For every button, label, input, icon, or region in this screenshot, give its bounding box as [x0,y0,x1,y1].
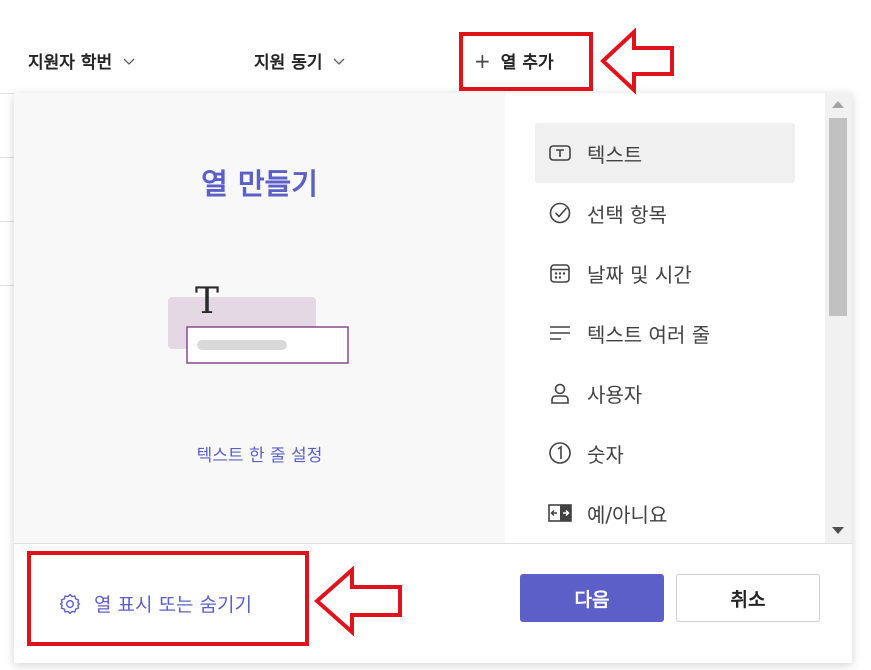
row-divider [0,221,14,222]
type-list-scrollbar[interactable] [825,93,852,543]
toggle-icon [548,504,572,522]
column-type-label: 숫자 [587,442,624,467]
column-type-label: 예/아니요 [587,502,668,527]
illustration-letter: T [195,281,219,322]
column-type-label: 사용자 [587,382,643,407]
cancel-button[interactable]: 취소 [676,574,820,622]
annotation-arrow-icon [314,566,402,636]
preview-description: 텍스트 한 줄 설정 [196,446,323,466]
row-divider [0,157,14,158]
annotation-box-add-column [459,32,593,91]
annotation-arrow-icon [600,28,674,94]
column-header-label: 지원 동기 [254,53,323,73]
column-type-label: 날짜 및 시간 [587,262,692,287]
preview-title: 열 만들기 [201,167,318,201]
chevron-down-icon [334,58,345,65]
number-circle-icon [549,442,571,464]
scroll-up-arrow-icon[interactable] [832,101,844,108]
column-preview-pane: 열 만들기 T 텍스트 한 줄 설정 [14,93,505,543]
column-type-label: 텍스트 [587,142,643,167]
row-divider [0,93,14,94]
column-header-motivation[interactable]: 지원 동기 [254,48,346,73]
column-header-label: 지원자 학번 [28,53,113,73]
scrollbar-thumb[interactable] [829,118,847,316]
column-type-yes-no[interactable]: 예/아니요 [535,483,795,543]
footer-divider [14,543,852,544]
check-circle-icon [549,202,571,224]
column-type-choice[interactable]: 선택 항목 [535,183,795,243]
column-type-label: 선택 항목 [587,202,667,227]
column-type-text[interactable]: 텍스트 [535,123,795,183]
multiline-text-icon [550,326,570,340]
text-box-icon [549,145,571,161]
column-type-label: 텍스트 여러 줄 [587,322,711,347]
column-type-number[interactable]: 숫자 [535,423,795,483]
column-type-list: 텍스트 선택 항목 날짜 및 시간 텍스트 여러 줄 사용자 숫자 예/아니요 [535,123,795,543]
text-column-illustration: T [168,281,349,364]
column-header-student-id[interactable]: 지원자 학번 [28,48,136,73]
column-type-person[interactable]: 사용자 [535,363,795,423]
calendar-icon [550,264,570,283]
person-icon [551,383,569,404]
next-button[interactable]: 다음 [520,574,664,622]
column-type-datetime[interactable]: 날짜 및 시간 [535,243,795,303]
column-type-multiline-text[interactable]: 텍스트 여러 줄 [535,303,795,363]
row-divider [0,285,14,286]
chevron-down-icon [123,58,135,65]
annotation-box-show-hide [27,551,309,646]
scroll-down-arrow-icon[interactable] [832,527,844,534]
